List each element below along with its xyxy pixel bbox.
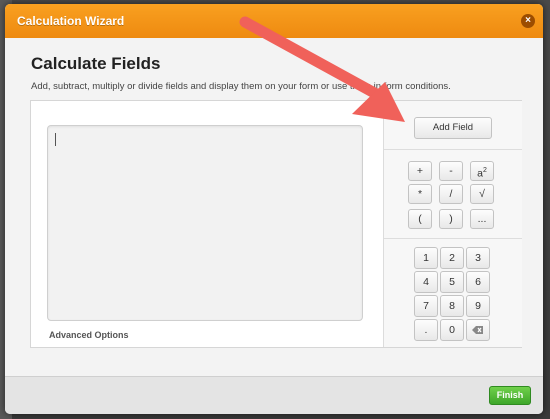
key-9[interactable]: 9	[466, 295, 490, 317]
more-button[interactable]: ...	[470, 209, 494, 229]
finish-button[interactable]: Finish	[489, 386, 531, 405]
divide-button[interactable]: /	[439, 184, 463, 204]
calculation-wizard-dialog: Calculation Wizard × Calculate Fields Ad…	[5, 4, 543, 414]
key-6[interactable]: 6	[466, 271, 490, 293]
dialog-footer: Finish	[5, 376, 543, 414]
calculation-panel: Advanced Options Add Field + - a2 * / √ …	[30, 100, 522, 348]
key-8[interactable]: 8	[440, 295, 464, 317]
add-field-button[interactable]: Add Field	[414, 117, 492, 139]
power-button[interactable]: a2	[470, 161, 494, 181]
advanced-options-link[interactable]: Advanced Options	[49, 330, 129, 340]
key-2[interactable]: 2	[440, 247, 464, 269]
divider	[384, 149, 522, 150]
key-3[interactable]: 3	[466, 247, 490, 269]
open-paren-button[interactable]: (	[408, 209, 432, 229]
key-7[interactable]: 7	[414, 295, 438, 317]
close-icon[interactable]: ×	[521, 14, 535, 28]
close-paren-button[interactable]: )	[439, 209, 463, 229]
key-dot[interactable]: .	[414, 319, 438, 341]
sqrt-button[interactable]: √	[470, 184, 494, 204]
dialog-titlebar: Calculation Wizard ×	[5, 4, 543, 38]
formula-editor[interactable]	[47, 125, 363, 321]
calculator-sidebar: Add Field + - a2 * / √ ( ) ... 1 2 3 4 5…	[383, 101, 522, 347]
power-sup: 2	[482, 167, 487, 174]
key-4[interactable]: 4	[414, 271, 438, 293]
description: Add, subtract, multiply or divide fields…	[31, 81, 451, 92]
key-5[interactable]: 5	[440, 271, 464, 293]
divider	[384, 238, 522, 239]
multiply-button[interactable]: *	[408, 184, 432, 204]
dialog-title: Calculation Wizard	[17, 14, 125, 28]
plus-button[interactable]: +	[408, 161, 432, 181]
text-cursor	[55, 133, 56, 146]
key-1[interactable]: 1	[414, 247, 438, 269]
page-title: Calculate Fields	[31, 54, 161, 73]
minus-button[interactable]: -	[439, 161, 463, 181]
key-0[interactable]: 0	[440, 319, 464, 341]
backspace-button[interactable]	[466, 319, 490, 341]
backspace-icon	[472, 326, 483, 334]
